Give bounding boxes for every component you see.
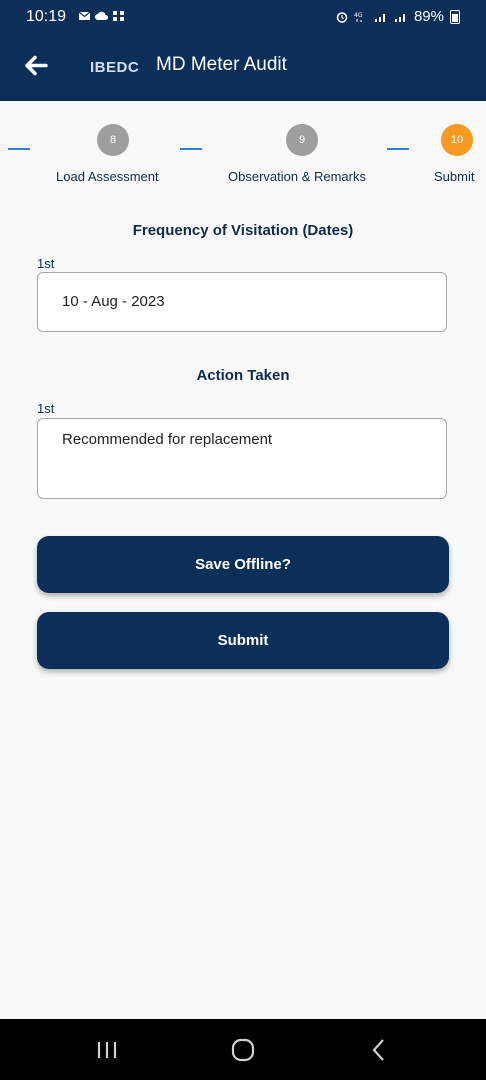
frequency-field-label: 1st	[37, 256, 55, 271]
recent-apps-button[interactable]	[93, 1037, 123, 1063]
step-8-label: Load Assessment	[56, 169, 159, 184]
step-connector	[8, 148, 30, 150]
home-button[interactable]	[228, 1037, 258, 1063]
signal-icon	[394, 13, 405, 22]
alarm-icon	[336, 11, 348, 23]
action-field-label: 1st	[37, 401, 55, 416]
action-taken-field[interactable]: Recommended for replacement	[37, 418, 447, 499]
battery-icon	[450, 9, 460, 24]
action-taken-value: Recommended for replacement	[62, 431, 273, 448]
frequency-date-value: 10 - Aug - 2023	[62, 293, 165, 310]
step-9-indicator[interactable]: 9	[286, 124, 318, 156]
brand-logo: IBEDC	[90, 59, 140, 76]
step-connector	[180, 148, 202, 150]
signal-icon	[374, 13, 385, 22]
apps-icon	[113, 11, 124, 21]
action-section-title: Action Taken	[196, 367, 290, 384]
step-connector	[387, 148, 409, 150]
cloud-icon	[95, 11, 108, 20]
status-bar: 10:19 4G 89%	[0, 0, 486, 36]
mail-icon	[78, 11, 91, 20]
step-9-label: Observation & Remarks	[228, 169, 366, 184]
step-8-indicator[interactable]: 8	[97, 124, 129, 156]
recent-apps-icon	[97, 1042, 117, 1058]
system-nav-bar	[0, 1019, 486, 1080]
app-bar: IBEDC MD Meter Audit	[0, 36, 486, 101]
step-10-label: Submit	[434, 169, 475, 184]
system-back-button[interactable]	[364, 1037, 394, 1063]
arrow-left-icon	[25, 55, 48, 76]
home-icon	[231, 1038, 255, 1062]
frequency-section-title: Frequency of Visitation (Dates)	[132, 222, 354, 239]
save-offline-button[interactable]: Save Offline?	[37, 536, 449, 593]
page-title: MD Meter Audit	[156, 54, 287, 75]
back-button[interactable]	[18, 50, 54, 86]
back-icon	[372, 1039, 384, 1061]
submit-button[interactable]: Submit	[37, 612, 449, 669]
network-4g-icon: 4G	[354, 12, 363, 22]
status-time: 10:19	[26, 8, 67, 25]
step-10-indicator[interactable]: 10	[441, 124, 473, 156]
svg-text:4G: 4G	[354, 12, 363, 19]
battery-percent: 89%	[413, 8, 444, 25]
status-icons-left	[78, 10, 125, 22]
frequency-date-field[interactable]: 10 - Aug - 2023	[37, 272, 447, 332]
status-icons-right: 4G 89%	[336, 8, 460, 25]
